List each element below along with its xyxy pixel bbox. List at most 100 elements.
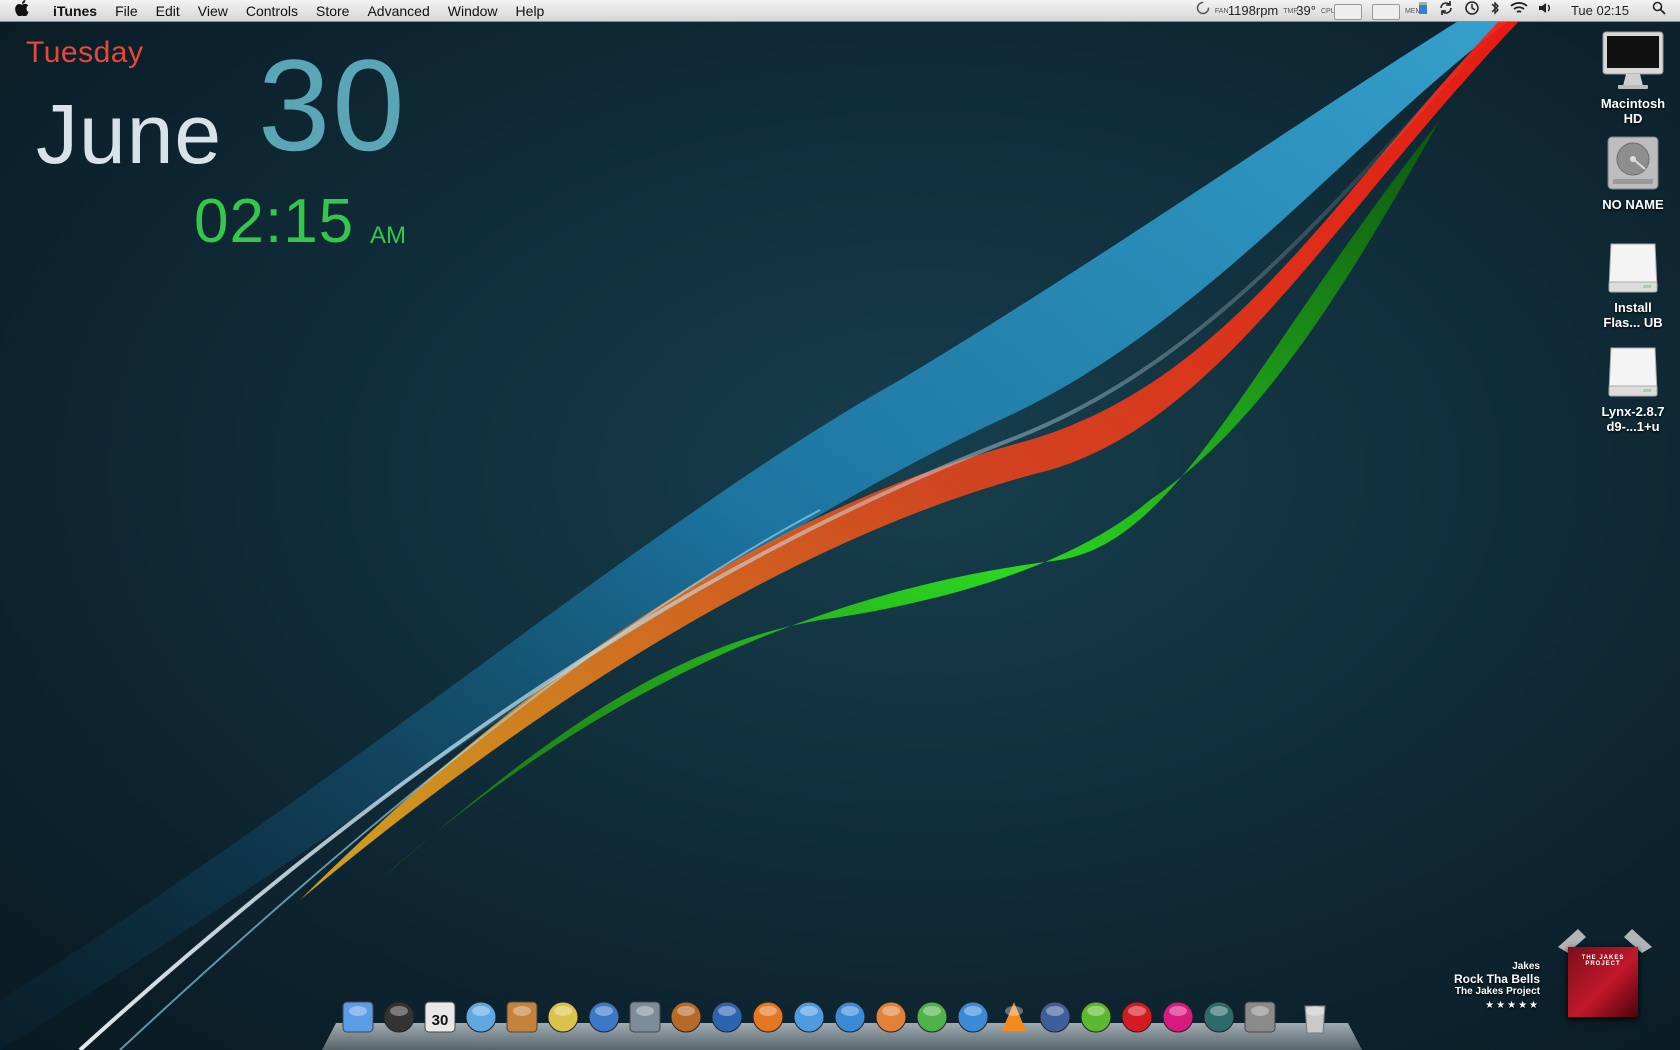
dock-item-spaces[interactable]	[627, 999, 663, 1035]
menu-window[interactable]: Window	[439, 0, 507, 22]
dock-item-system-preferences[interactable]	[1242, 999, 1278, 1035]
dock-item-finder[interactable]	[340, 999, 376, 1035]
status-menu-area: FAN 1198rpm TMP 39° CPU MEM Tue 02:15	[1191, 0, 1680, 22]
app-menu-itunes[interactable]: iTunes	[44, 0, 106, 22]
fan-speed-readout[interactable]: 1198rpm	[1223, 0, 1283, 22]
time-machine-icon	[1203, 1001, 1235, 1033]
cpu-label: CPU	[1320, 7, 1336, 15]
apple-menu-icon[interactable]	[0, 0, 44, 21]
dock-item-dvd-player[interactable]	[586, 999, 622, 1035]
day-number: 30	[258, 32, 407, 178]
desktop-icon-label: NO NAME	[1602, 197, 1664, 212]
excel-icon	[916, 1001, 948, 1033]
album-cover-text: THE JAKES PROJECT	[1581, 955, 1625, 967]
word-icon	[834, 1001, 866, 1033]
menu-edit[interactable]: Edit	[147, 0, 189, 22]
dock-item-google-earth[interactable]	[709, 999, 745, 1035]
ical-icon: 30	[424, 1001, 456, 1033]
dock-item-automator[interactable]	[1037, 999, 1073, 1035]
now-playing-widget[interactable]: Jakes Rock Tha Bells The Jakes Project ★…	[1420, 925, 1670, 1025]
bluetooth-icon[interactable]	[1485, 0, 1505, 23]
dock-item-garageband[interactable]	[668, 999, 704, 1035]
dock-item-spotify[interactable]	[1078, 999, 1114, 1035]
menu-help[interactable]: Help	[507, 0, 554, 22]
garageband-icon	[670, 1001, 702, 1033]
desktop-icon-label: Lynx-2.8.7	[1601, 404, 1665, 419]
dock-item-dashboard[interactable]	[381, 999, 417, 1035]
hard-drive-icon	[1607, 136, 1659, 190]
disk-image-icon	[1608, 347, 1658, 397]
safari-icon	[793, 1001, 825, 1033]
time-machine-menu-icon[interactable]	[1459, 0, 1485, 23]
desktop-icon-no-name[interactable]: NO NAME	[1578, 135, 1680, 212]
spaces-icon	[629, 1001, 661, 1033]
dock-item-ical[interactable]: 30	[422, 999, 458, 1035]
memory-meter-icon[interactable]	[1413, 0, 1433, 22]
album-cover[interactable]: THE JAKES PROJECT	[1568, 947, 1638, 1017]
menubar-clock[interactable]: Tue 02:15	[1559, 0, 1647, 22]
weekday-label: Tuesday	[26, 36, 144, 69]
now-playing-title: Rock Tha Bells	[1453, 972, 1540, 986]
cpu-meter[interactable]	[1329, 0, 1367, 22]
finder-icon	[342, 1001, 374, 1033]
desktop-icon-label-line2: HD	[1623, 111, 1643, 126]
dock-item-safari[interactable]	[791, 999, 827, 1035]
messenger-icon	[957, 1001, 989, 1033]
automator-icon	[1039, 1001, 1071, 1033]
ical-date-text: 30	[432, 1012, 449, 1029]
dashboard-icon	[383, 1001, 415, 1033]
disk-image-icon	[1608, 243, 1658, 293]
now-playing-rating[interactable]: ★★★★★	[1454, 1000, 1540, 1011]
desktop-icon-macintosh-hd[interactable]: Macintosh HD	[1578, 30, 1680, 126]
month-label: June	[36, 87, 223, 181]
powerpoint-icon	[875, 1001, 907, 1033]
menu-view[interactable]: View	[189, 0, 237, 22]
sync-icon[interactable]	[1433, 0, 1459, 23]
imac-icon	[1602, 31, 1664, 89]
dock-item-lastfm[interactable]	[1119, 999, 1155, 1035]
menu-bar: iTunes File Edit View Controls Store Adv…	[0, 0, 1680, 22]
spotify-icon	[1080, 1001, 1112, 1033]
google-earth-icon	[711, 1001, 743, 1033]
dock-item-excel[interactable]	[914, 999, 950, 1035]
spotlight-search-icon[interactable]	[1647, 0, 1680, 22]
now-playing-album: The Jakes Project	[1454, 986, 1540, 997]
volume-icon[interactable]	[1533, 0, 1559, 22]
temperature-label: TMP	[1283, 7, 1299, 15]
dock-item-instacast[interactable]	[1160, 999, 1196, 1035]
memory-label: MEM	[1404, 7, 1422, 15]
dock: 30	[322, 985, 1362, 1050]
desktop-icon-label-line2: d9-...1+u	[1606, 419, 1660, 434]
dock-item-itunes[interactable]	[463, 999, 499, 1035]
menu-controls[interactable]: Controls	[237, 0, 307, 22]
dock-item-imovie[interactable]	[545, 999, 581, 1035]
dock-item-iphoto[interactable]	[504, 999, 540, 1035]
wifi-icon[interactable]	[1505, 0, 1533, 22]
temperature-readout[interactable]: 39°	[1291, 0, 1321, 22]
desktop-icon-label-line2: Flas... UB	[1603, 315, 1663, 330]
dock-item-messenger[interactable]	[955, 999, 991, 1035]
dock-item-vlc[interactable]	[996, 999, 1032, 1035]
menu-file[interactable]: File	[106, 0, 147, 22]
now-playing-artist: Jakes	[1512, 961, 1540, 972]
instacast-icon	[1162, 1001, 1194, 1033]
system-preferences-icon	[1244, 1001, 1276, 1033]
desktop-icon-lynx[interactable]: Lynx-2.8.7 d9-...1+u	[1578, 342, 1680, 434]
lastfm-icon	[1121, 1001, 1153, 1033]
spinner-icon[interactable]	[1191, 0, 1215, 22]
iphoto-icon	[506, 1001, 538, 1033]
network-meter[interactable]	[1367, 0, 1405, 22]
menu-store[interactable]: Store	[307, 0, 358, 22]
desktop-icon-install-flash[interactable]: Install Flas... UB	[1578, 238, 1680, 330]
dock-item-powerpoint[interactable]	[873, 999, 909, 1035]
firefox-icon	[752, 1001, 784, 1033]
menu-advanced[interactable]: Advanced	[358, 0, 438, 22]
am-pm-label: AM	[370, 222, 406, 249]
desktop-icon-label: Install	[1614, 300, 1652, 315]
imovie-icon	[547, 1001, 579, 1033]
dock-item-word[interactable]	[832, 999, 868, 1035]
dock-item-trash[interactable]	[1297, 999, 1333, 1035]
dock-item-time-machine[interactable]	[1201, 999, 1237, 1035]
dock-item-firefox[interactable]	[750, 999, 786, 1035]
itunes-icon	[465, 1001, 497, 1033]
